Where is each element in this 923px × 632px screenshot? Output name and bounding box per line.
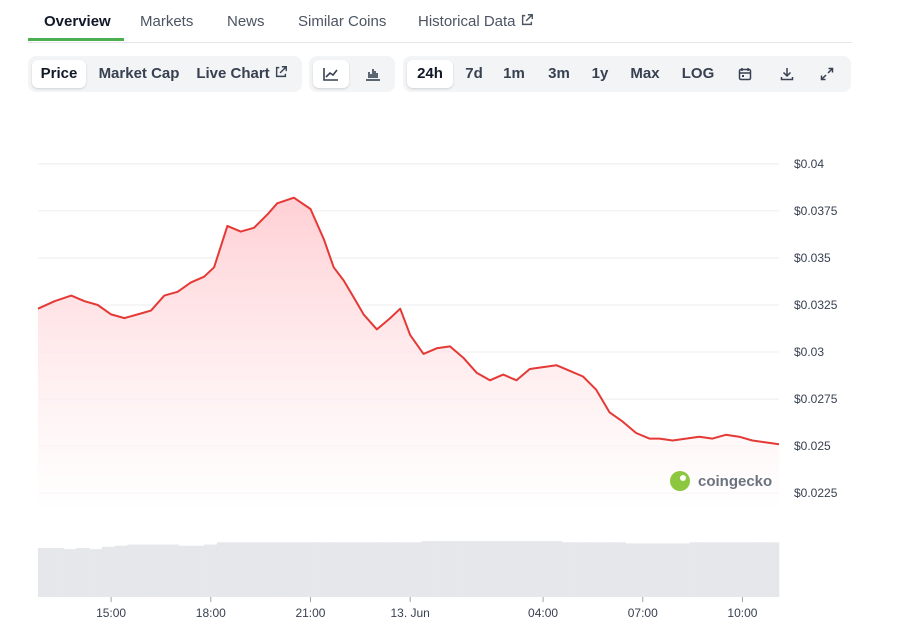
x-tick-label: 15:00 [96, 606, 126, 620]
volume-bar [331, 542, 345, 597]
volume-bar [510, 541, 524, 597]
volume-bar [229, 542, 243, 597]
volume-bar [280, 542, 294, 597]
x-tick-label: 18:00 [196, 606, 226, 620]
x-axis-ticks: 15:00 18:00 21:00 13. Jun 04:00 07:00 10:00 [96, 597, 758, 620]
volume-bar [664, 543, 678, 597]
y-tick-label: $0.03 [794, 345, 824, 359]
volume-bar [638, 543, 652, 597]
volume-bar [497, 541, 512, 597]
volume-bar [459, 541, 473, 597]
volume-bar [89, 549, 103, 597]
x-tick-label: 10:00 [727, 606, 757, 620]
volume-bar [421, 541, 435, 597]
volume-bar [715, 542, 729, 597]
x-tick-label: 07:00 [628, 606, 658, 620]
volume-bar [382, 542, 397, 597]
volume-bar [727, 542, 741, 597]
price-chart[interactable]: $0.04 $0.0375 $0.035 $0.0325 $0.03 $0.0275 $0.… [0, 0, 923, 632]
volume-bar [152, 544, 167, 597]
coingecko-watermark: coingecko [670, 471, 772, 491]
volume-bar [293, 542, 307, 597]
volume-bar [242, 542, 256, 597]
volume-bar [612, 542, 626, 597]
volume-bar [446, 541, 460, 597]
volume-bar [101, 546, 115, 597]
y-tick-label: $0.0325 [794, 298, 838, 312]
price-area [38, 197, 779, 512]
volume-bar [434, 541, 448, 597]
volume-bar [625, 543, 639, 597]
volume-bar [63, 549, 77, 597]
volume-bar [319, 542, 333, 597]
volume-bars [38, 541, 780, 597]
volume-bar [651, 543, 665, 597]
volume-bar [753, 542, 767, 597]
volume-bar [50, 547, 64, 597]
volume-bar [127, 544, 141, 597]
volume-bar [485, 541, 499, 597]
volume-bar [702, 542, 716, 597]
y-tick-label: $0.025 [794, 439, 831, 453]
volume-bar [587, 542, 601, 597]
volume-bar [255, 542, 269, 597]
volume-bar [395, 542, 409, 597]
volume-bar [766, 542, 780, 597]
volume-bar [523, 541, 537, 597]
volume-bar [472, 541, 486, 597]
x-tick-label: 21:00 [295, 606, 325, 620]
volume-bar [676, 543, 690, 597]
watermark-text: coingecko [698, 473, 772, 490]
volume-bar [191, 545, 205, 597]
volume-bar [204, 544, 218, 597]
volume-bar [536, 541, 550, 597]
volume-bar [306, 542, 320, 597]
volume-bar [216, 542, 230, 597]
volume-bar [357, 542, 371, 597]
x-tick-label: 13. Jun [390, 606, 429, 620]
volume-bar [76, 547, 90, 597]
volume-bar [178, 545, 192, 597]
coingecko-logo-eye [680, 475, 686, 481]
y-tick-label: $0.0225 [794, 486, 838, 500]
volume-bar [38, 547, 52, 597]
volume-bar [114, 545, 128, 597]
volume-bar [549, 541, 563, 597]
volume-bar [574, 542, 588, 597]
y-tick-label: $0.04 [794, 157, 824, 171]
volume-bar [600, 542, 614, 597]
y-axis-ticks: $0.04 $0.0375 $0.035 $0.0325 $0.03 $0.0275 $0.… [794, 157, 838, 500]
volume-bar [267, 542, 282, 597]
volume-bar [370, 542, 384, 597]
volume-bar [689, 542, 703, 597]
volume-bar [740, 542, 754, 597]
y-tick-label: $0.035 [794, 251, 831, 265]
volume-bar [140, 544, 154, 597]
coingecko-logo-icon [670, 471, 690, 491]
volume-bar [408, 542, 422, 597]
volume-bar [165, 544, 179, 597]
x-tick-label: 04:00 [528, 606, 558, 620]
volume-bar [344, 542, 358, 597]
volume-bar [561, 542, 575, 597]
y-tick-label: $0.0375 [794, 204, 838, 218]
y-tick-label: $0.0275 [794, 392, 838, 406]
